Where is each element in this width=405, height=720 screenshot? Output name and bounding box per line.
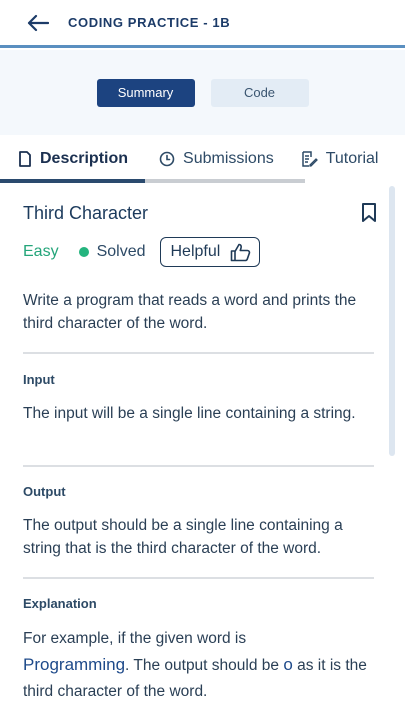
edit-note-icon (301, 151, 318, 167)
summary-toggle-button[interactable]: Summary (96, 78, 195, 107)
tab-submissions[interactable]: Submissions (159, 150, 274, 168)
example-word: Programming (23, 655, 126, 674)
explanation-heading: Explanation (23, 596, 97, 611)
explanation-text: For example, if the given word is Program… (23, 626, 368, 705)
helpful-label: Helpful (170, 243, 221, 260)
difficulty-badge: Easy (23, 243, 59, 260)
bookmark-icon (362, 203, 376, 222)
tab-bar: Description Submissions Tutorial (0, 135, 405, 183)
example-char: o (283, 655, 293, 674)
thumbs-up-icon (231, 243, 251, 261)
tab-description-label: Description (40, 150, 129, 167)
view-toggle: Summary Code (0, 50, 405, 135)
problem-meta: Easy Solved Helpful (23, 237, 261, 267)
bookmark-button[interactable] (361, 203, 377, 228)
explanation-pre: For example, if the given word is (23, 630, 247, 647)
problem-statement: Write a program that reads a word and pr… (23, 292, 357, 332)
input-text: The input will be a single line containi… (23, 405, 356, 422)
input-heading: Input (23, 372, 55, 387)
helpful-button[interactable]: Helpful (159, 237, 261, 267)
solved-dot-icon (78, 247, 89, 257)
tab-tutorial-label: Tutorial (325, 150, 379, 167)
arrow-left-icon (27, 14, 49, 31)
status-badge: Solved (78, 243, 146, 261)
status-label: Solved (96, 243, 146, 260)
output-heading: Output (23, 484, 66, 499)
document-icon (18, 151, 32, 167)
output-text: The output should be a single line conta… (23, 517, 343, 557)
scrollbar[interactable] (389, 186, 395, 456)
divider (23, 352, 374, 354)
top-bar: CODING PRACTICE - 1B (0, 0, 405, 48)
code-toggle-button[interactable]: Code (210, 78, 309, 107)
problem-title: Third Character (23, 203, 149, 223)
divider (23, 577, 374, 579)
page-title: CODING PRACTICE - 1B (68, 15, 231, 30)
clock-icon (159, 151, 175, 167)
divider (23, 465, 374, 467)
tab-tutorial[interactable]: Tutorial (301, 150, 379, 168)
description-panel: Third Character Easy Solved Helpful Writ… (0, 183, 405, 720)
tab-submissions-label: Submissions (183, 150, 274, 167)
tab-description[interactable]: Description (18, 150, 128, 168)
explanation-mid: . The output should be (125, 657, 284, 674)
back-button[interactable] (26, 11, 50, 35)
